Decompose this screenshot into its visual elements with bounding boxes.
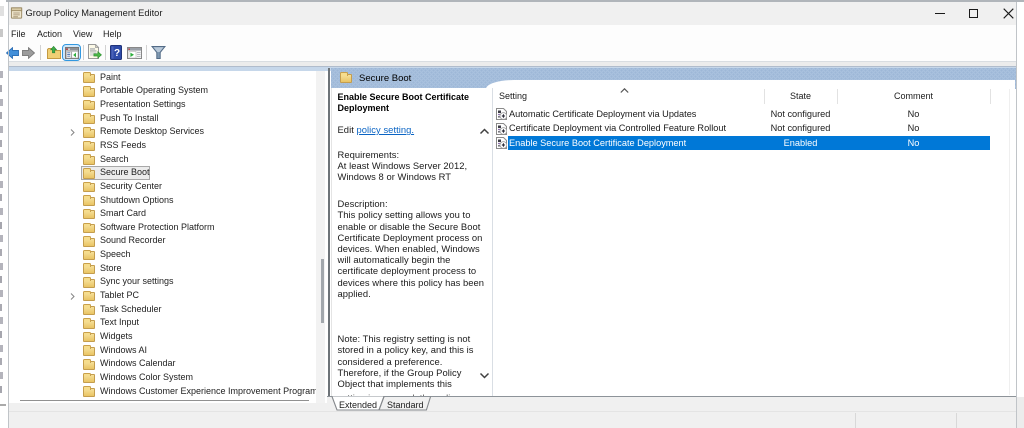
svg-text:?: ? — [114, 48, 120, 59]
